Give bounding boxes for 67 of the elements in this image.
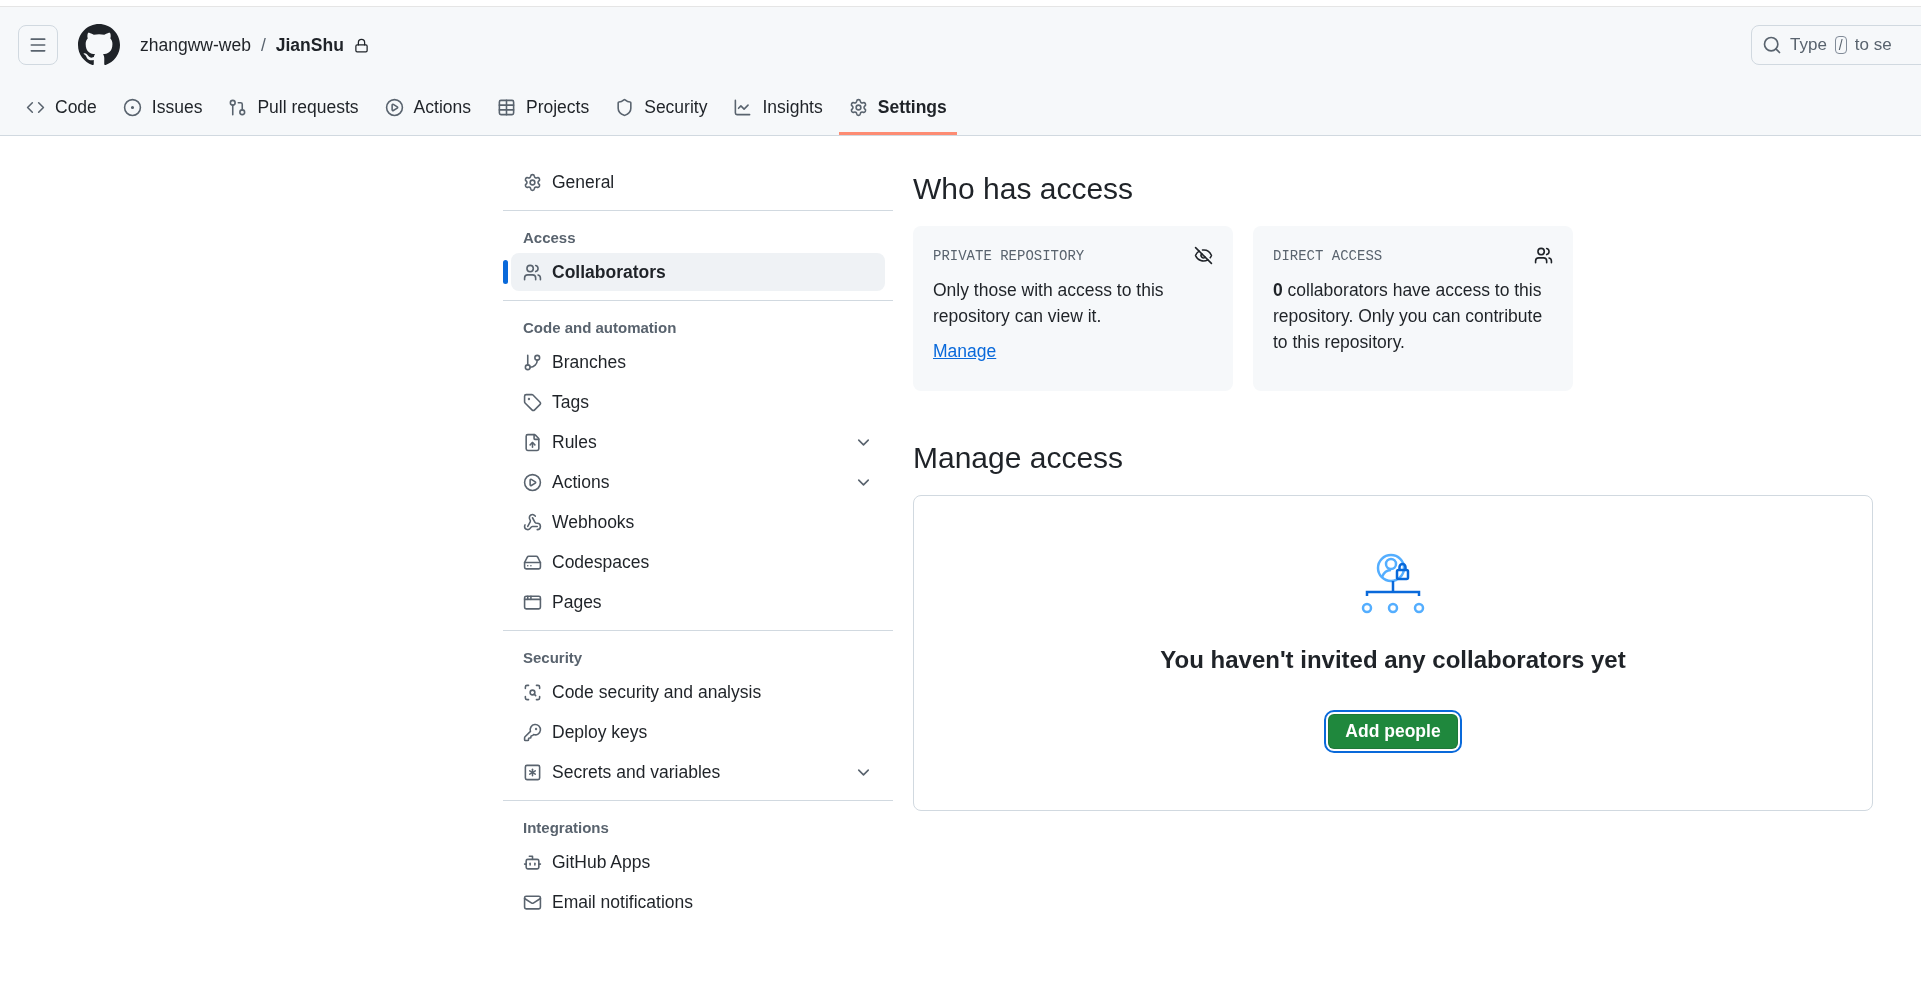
sidebar-item[interactable]: Codespaces [511, 543, 885, 581]
section-heading: Security [522, 648, 584, 668]
owner-link[interactable]: zhangww-web [140, 34, 251, 56]
sidebar-item[interactable]: Branches [511, 343, 885, 381]
search-icon [1762, 35, 1782, 55]
robot-icon [523, 852, 542, 872]
gear-icon [848, 98, 868, 117]
key-icon [523, 722, 542, 742]
drive-icon [523, 552, 542, 572]
sidebar-item[interactable]: Code security and analysis [511, 673, 885, 711]
file-upload-icon [523, 432, 542, 452]
sidebar-item[interactable]: Actions [511, 463, 885, 501]
shield-icon [615, 98, 635, 117]
logo-icon[interactable] [78, 24, 120, 66]
pull-request-icon [228, 98, 248, 117]
sidebar-item[interactable]: Deploy keys [511, 713, 885, 751]
sidebar-item[interactable]: Webhooks [511, 503, 885, 541]
people-icon [523, 262, 542, 282]
sidebar-item[interactable]: GitHub Apps [511, 843, 885, 881]
breadcrumb-separator: / [260, 34, 266, 56]
sidebar-item[interactable]: Secrets and variables [511, 753, 885, 791]
menu-button[interactable] [18, 25, 58, 65]
table-icon [497, 98, 516, 117]
selection-indicator [503, 260, 508, 284]
section-title: Manage access [913, 441, 1125, 475]
branch-icon [523, 352, 542, 372]
sidebar-item[interactable]: Pages [511, 583, 885, 621]
circle-dot-icon [122, 98, 142, 117]
sidebar-item[interactable]: Collaborators [511, 253, 885, 291]
repo-tab[interactable]: Code [16, 83, 107, 135]
repo-tab[interactable]: Actions [374, 83, 481, 135]
section-heading: Access [522, 228, 577, 248]
card-label: PRIVATE REPOSITORY [933, 247, 1085, 264]
repo-link[interactable]: JianShu [275, 34, 344, 56]
browser-window-icon [523, 592, 542, 612]
section-title: Who has access [913, 172, 1135, 206]
asterisk-icon [523, 762, 542, 782]
sidebar-item[interactable]: General [511, 163, 885, 201]
sidebar-item[interactable]: Rules [511, 423, 885, 461]
section-heading: Code and automation [522, 318, 678, 338]
repo-tab[interactable]: Issues [112, 83, 213, 135]
empty-state-message: You haven't invited any collaborators yet [1160, 646, 1626, 674]
card-text: 0 collaborators have access to this repository. Only you can contribute to this repository. [1273, 279, 1544, 354]
repo-tab[interactable]: Projects [487, 83, 600, 135]
webhook-icon [523, 512, 542, 532]
card-label: DIRECT ACCESS [1273, 247, 1383, 264]
repo-tab[interactable]: Settings [838, 83, 957, 135]
graph-icon [733, 98, 753, 117]
eye-slash-icon [1194, 246, 1213, 265]
card-text: Only those with access to this repository can view it. [933, 279, 1165, 328]
people-icon [1534, 246, 1553, 265]
repo-tab[interactable]: Insights [723, 83, 833, 135]
tag-icon [523, 392, 542, 412]
gear-icon [523, 172, 542, 192]
code-scan-icon [523, 682, 542, 702]
sidebar-item[interactable]: Email notifications [511, 883, 885, 921]
play-icon [523, 472, 542, 492]
manage-link[interactable]: Manage [933, 341, 997, 362]
sidebar-item[interactable]: Tags [511, 383, 885, 421]
collaborators-illustration-icon [1361, 552, 1425, 616]
menu-icon [28, 35, 48, 55]
repo-tab[interactable]: Security [605, 83, 718, 135]
repo-tab[interactable]: Pull requests [218, 83, 369, 135]
mail-icon [523, 892, 542, 912]
section-heading: Integrations [522, 818, 610, 838]
play-icon [384, 98, 404, 117]
search-field[interactable]: Type / to se [1751, 25, 1921, 65]
